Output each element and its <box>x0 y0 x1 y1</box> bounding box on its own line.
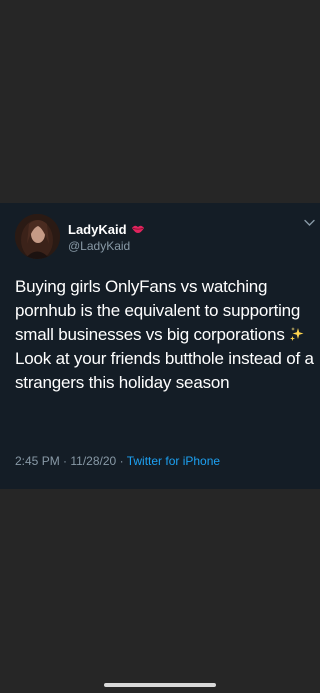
tweet-time[interactable]: 2:45 PM <box>15 454 60 468</box>
tweet-card[interactable]: LadyKaid @LadyKaid Buying girls OnlyFans… <box>0 203 320 489</box>
display-name-row: LadyKaid <box>68 220 298 238</box>
chevron-down-icon[interactable] <box>304 219 315 227</box>
meta-separator: · <box>63 454 68 468</box>
sparkles-icon <box>290 327 304 341</box>
tweet-body: Buying girls OnlyFans vs watching pornhu… <box>15 275 315 395</box>
tweet-text-part-1: Buying girls OnlyFans vs watching pornhu… <box>15 277 301 344</box>
meta-separator-2: · <box>119 454 124 468</box>
user-handle[interactable]: @LadyKaid <box>68 239 298 253</box>
lips-icon <box>131 225 144 233</box>
tweet-date[interactable]: 11/28/20 <box>70 454 116 468</box>
tweet-text-line-2: Look at your friends butthole instead of… <box>15 349 314 392</box>
tweet-source-link[interactable]: Twitter for iPhone <box>127 454 220 468</box>
tweet-header: LadyKaid @LadyKaid <box>68 220 298 253</box>
avatar[interactable] <box>15 214 60 259</box>
avatar-image <box>15 214 60 259</box>
tweet-text-line-1: Buying girls OnlyFans vs watching pornhu… <box>15 275 315 347</box>
tweet-meta: 2:45 PM · 11/28/20 · Twitter for iPhone <box>15 454 315 468</box>
display-name[interactable]: LadyKaid <box>68 222 127 237</box>
home-indicator[interactable] <box>104 683 216 687</box>
